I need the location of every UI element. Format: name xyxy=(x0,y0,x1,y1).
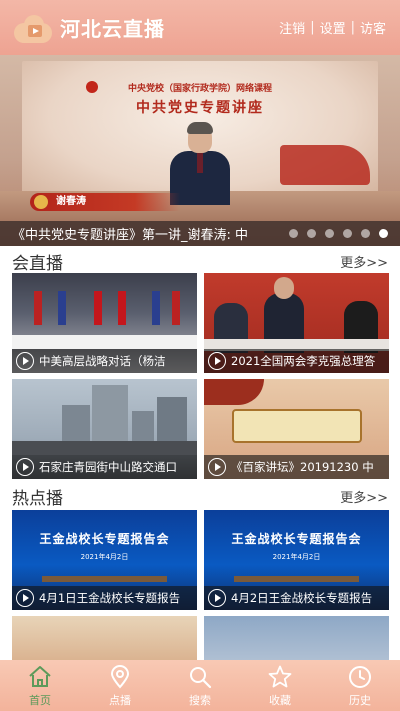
header-links: 注销 | 设置 | 访客 xyxy=(279,18,386,37)
speaker-name-tag: 谢春涛 xyxy=(30,193,180,211)
video-caption-bar: 4月2日王金战校长专题报告 xyxy=(204,586,389,610)
play-icon xyxy=(208,352,226,370)
video-card[interactable]: 《百家讲坛》20191230 中 xyxy=(204,379,389,479)
video-title: 《百家讲坛》20191230 中 xyxy=(231,460,374,474)
more-link[interactable]: 更多>> xyxy=(340,252,388,271)
video-title: 4月2日王金战校长专题报告 xyxy=(231,591,373,605)
play-icon xyxy=(16,458,34,476)
carousel-dot[interactable] xyxy=(361,229,370,238)
banner-caption: 《中共党史专题讲座》第一讲_谢春涛: 中 xyxy=(12,228,249,243)
section-title: 热点播 xyxy=(12,488,63,509)
logout-link[interactable]: 注销 xyxy=(279,18,305,37)
slide-date: 2021年4月2日 xyxy=(272,553,321,561)
video-card[interactable]: 石家庄青园街中山路交通口 xyxy=(12,379,197,479)
bottom-nav: 首页 点播 搜索 收藏 历史 xyxy=(0,660,400,711)
nav-favorites[interactable]: 收藏 xyxy=(240,660,320,711)
home-icon xyxy=(29,665,51,687)
play-icon xyxy=(16,589,34,607)
video-caption-bar: 中美高层战略对话（杨洁 xyxy=(12,349,197,373)
carousel-dot[interactable] xyxy=(307,229,316,238)
star-icon xyxy=(268,665,292,687)
carousel-dots xyxy=(280,229,388,238)
hot-section-header: 热点播 更多>> xyxy=(0,483,400,509)
nav-label: 收藏 xyxy=(269,693,291,707)
link-separator: | xyxy=(350,20,355,35)
video-card[interactable]: 王金战校长专题报告会 2021年4月2日 4月2日王金战校长专题报告 xyxy=(204,510,389,610)
banner-title: 中共党史专题讲座 xyxy=(136,100,264,116)
banner-carousel[interactable]: 中央党校（国家行政学院）网络课程 中共党史专题讲座 谢春涛 《中共党史专题讲座》… xyxy=(0,55,400,246)
nav-label: 首页 xyxy=(29,693,51,707)
banner-image: 中央党校（国家行政学院）网络课程 中共党史专题讲座 谢春涛 xyxy=(0,55,400,246)
video-title: 4月1日王金战校长专题报告 xyxy=(39,591,181,605)
video-card[interactable]: 2021全国两会李克强总理答 xyxy=(204,273,389,373)
nav-home[interactable]: 首页 xyxy=(0,660,80,711)
video-caption-bar: 石家庄青园街中山路交通口 xyxy=(12,455,197,479)
banner-subtitle: 中央党校（国家行政学院）网络课程 xyxy=(127,84,272,94)
video-card[interactable]: 王金战校长专题报告会 2021年4月2日 4月1日王金战校长专题报告 xyxy=(12,510,197,610)
play-icon xyxy=(208,458,226,476)
location-pin-icon xyxy=(110,664,130,689)
link-separator: | xyxy=(310,20,315,35)
visitor-link[interactable]: 访客 xyxy=(360,18,386,37)
app-header: 河北云直播 注销 | 设置 | 访客 xyxy=(0,0,400,55)
video-thumbnail xyxy=(12,616,197,660)
settings-link[interactable]: 设置 xyxy=(320,18,346,37)
live-section-header: 会直播 更多>> xyxy=(0,248,400,274)
more-link[interactable]: 更多>> xyxy=(340,487,388,506)
video-card[interactable] xyxy=(204,616,389,660)
video-card[interactable]: 中美高层战略对话（杨洁 xyxy=(12,273,197,373)
carousel-dot[interactable] xyxy=(289,229,298,238)
nav-label: 历史 xyxy=(349,693,371,707)
nav-history[interactable]: 历史 xyxy=(320,660,400,711)
carousel-dot[interactable] xyxy=(325,229,334,238)
slide-date: 2021年4月2日 xyxy=(80,553,129,561)
carousel-dot-active[interactable] xyxy=(379,229,388,238)
banner-caption-bar: 《中共党史专题讲座》第一讲_谢春涛: 中 xyxy=(0,221,400,246)
carousel-dot[interactable] xyxy=(343,229,352,238)
search-icon xyxy=(190,666,212,688)
nav-label: 搜索 xyxy=(189,693,211,707)
section-title: 会直播 xyxy=(12,253,63,274)
play-icon xyxy=(208,589,226,607)
slide-title: 王金战校长专题报告会 xyxy=(39,532,170,546)
play-icon xyxy=(16,352,34,370)
slide-title: 王金战校长专题报告会 xyxy=(231,532,362,546)
nav-label: 点播 xyxy=(109,693,131,707)
video-title: 2021全国两会李克强总理答 xyxy=(231,354,376,368)
video-title: 石家庄青园街中山路交通口 xyxy=(39,460,177,474)
nav-vod[interactable]: 点播 xyxy=(80,660,160,711)
nav-search[interactable]: 搜索 xyxy=(160,660,240,711)
video-caption-bar: 4月1日王金战校长专题报告 xyxy=(12,586,197,610)
app-title: 河北云直播 xyxy=(60,17,165,41)
video-thumbnail xyxy=(204,616,389,660)
clock-icon xyxy=(349,665,371,688)
video-caption-bar: 《百家讲坛》20191230 中 xyxy=(204,455,389,479)
video-caption-bar: 2021全国两会李克强总理答 xyxy=(204,349,389,373)
video-card[interactable] xyxy=(12,616,197,660)
cloud-play-icon xyxy=(14,13,54,43)
app-logo: 河北云直播 xyxy=(14,13,165,43)
video-title: 中美高层战略对话（杨洁 xyxy=(39,354,166,368)
